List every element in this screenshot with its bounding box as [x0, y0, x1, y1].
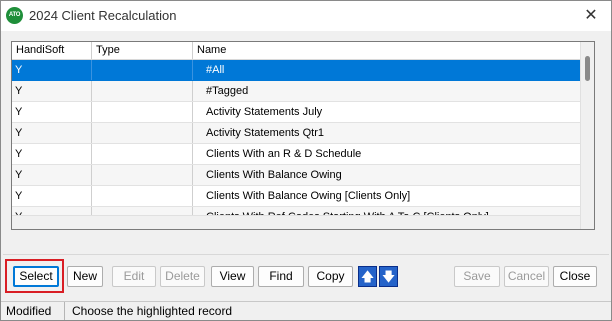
window-title: 2024 Client Recalculation	[29, 8, 177, 23]
vertical-scrollbar[interactable]	[580, 42, 594, 229]
ato-app-icon: ATO	[6, 7, 23, 24]
table-row[interactable]: Y #Tagged	[12, 81, 580, 102]
table-row[interactable]: Y Activity Statements Qtr1	[12, 123, 580, 144]
cell-handisoft: Y	[12, 144, 92, 164]
horizontal-scrollbar[interactable]	[12, 215, 580, 229]
close-button[interactable]: Close	[553, 266, 597, 287]
cell-name: Clients With Balance Owing	[206, 169, 342, 181]
cell-type	[92, 186, 193, 206]
cell-type	[92, 123, 193, 143]
table-row[interactable]: Y #All	[12, 60, 580, 81]
cell-type	[92, 81, 193, 101]
close-icon[interactable]: ✕	[579, 4, 603, 28]
title-bar: ATO 2024 Client Recalculation ✕	[1, 1, 611, 31]
copy-button[interactable]: Copy	[308, 266, 353, 287]
view-button[interactable]: View	[211, 266, 254, 287]
cell-name: Clients With Balance Owing [Clients Only…	[206, 190, 411, 202]
recalculation-window: ATO 2024 Client Recalculation ✕ HandiSof…	[0, 0, 612, 321]
cell-handisoft: Y	[12, 102, 92, 122]
new-button[interactable]: New	[67, 266, 103, 287]
scroll-thumb[interactable]	[585, 56, 590, 81]
cancel-button[interactable]: Cancel	[504, 266, 549, 287]
cell-name: Activity Statements July	[206, 106, 323, 118]
table-row[interactable]: Y Clients With Balance Owing	[12, 165, 580, 186]
status-message: Choose the highlighted record	[72, 304, 233, 318]
cell-name: #Tagged	[206, 85, 249, 97]
cell-type	[92, 102, 193, 122]
cell-name: Clients With an R & D Schedule	[206, 148, 362, 160]
column-header-type[interactable]: Type	[92, 42, 193, 59]
status-mode: Modified	[1, 302, 65, 320]
cell-name: #All	[206, 64, 225, 76]
edit-button[interactable]: Edit	[112, 266, 156, 287]
cell-type	[92, 144, 193, 164]
grid-header: HandiSoft Type Name	[12, 42, 580, 60]
table-row[interactable]: Y Activity Statements July	[12, 102, 580, 123]
column-header-name[interactable]: Name	[193, 42, 580, 59]
find-button[interactable]: Find	[258, 266, 304, 287]
cell-handisoft: Y	[12, 60, 92, 80]
arrow-down-icon[interactable]: 🡇	[379, 266, 398, 287]
cell-type	[92, 165, 193, 185]
status-bar: Modified Choose the highlighted record	[1, 301, 611, 320]
cell-handisoft: Y	[12, 165, 92, 185]
cell-name: Activity Statements Qtr1	[206, 127, 324, 139]
cell-type	[92, 60, 193, 80]
column-header-handisoft[interactable]: HandiSoft	[12, 42, 92, 59]
toolbar-divider	[3, 254, 609, 255]
table-row[interactable]: Y Clients With an R & D Schedule	[12, 144, 580, 165]
cell-handisoft: Y	[12, 186, 92, 206]
table-row[interactable]: Y Clients With Balance Owing [Clients Onl…	[12, 186, 580, 207]
cell-handisoft: Y	[12, 123, 92, 143]
select-button-highlight	[5, 259, 64, 293]
arrow-up-icon[interactable]: 🡅	[358, 266, 377, 287]
delete-button[interactable]: Delete	[160, 266, 205, 287]
save-button[interactable]: Save	[454, 266, 500, 287]
cell-handisoft: Y	[12, 81, 92, 101]
records-grid[interactable]: HandiSoft Type Name Y #All Y #Tagged Y Activi…	[11, 41, 595, 230]
